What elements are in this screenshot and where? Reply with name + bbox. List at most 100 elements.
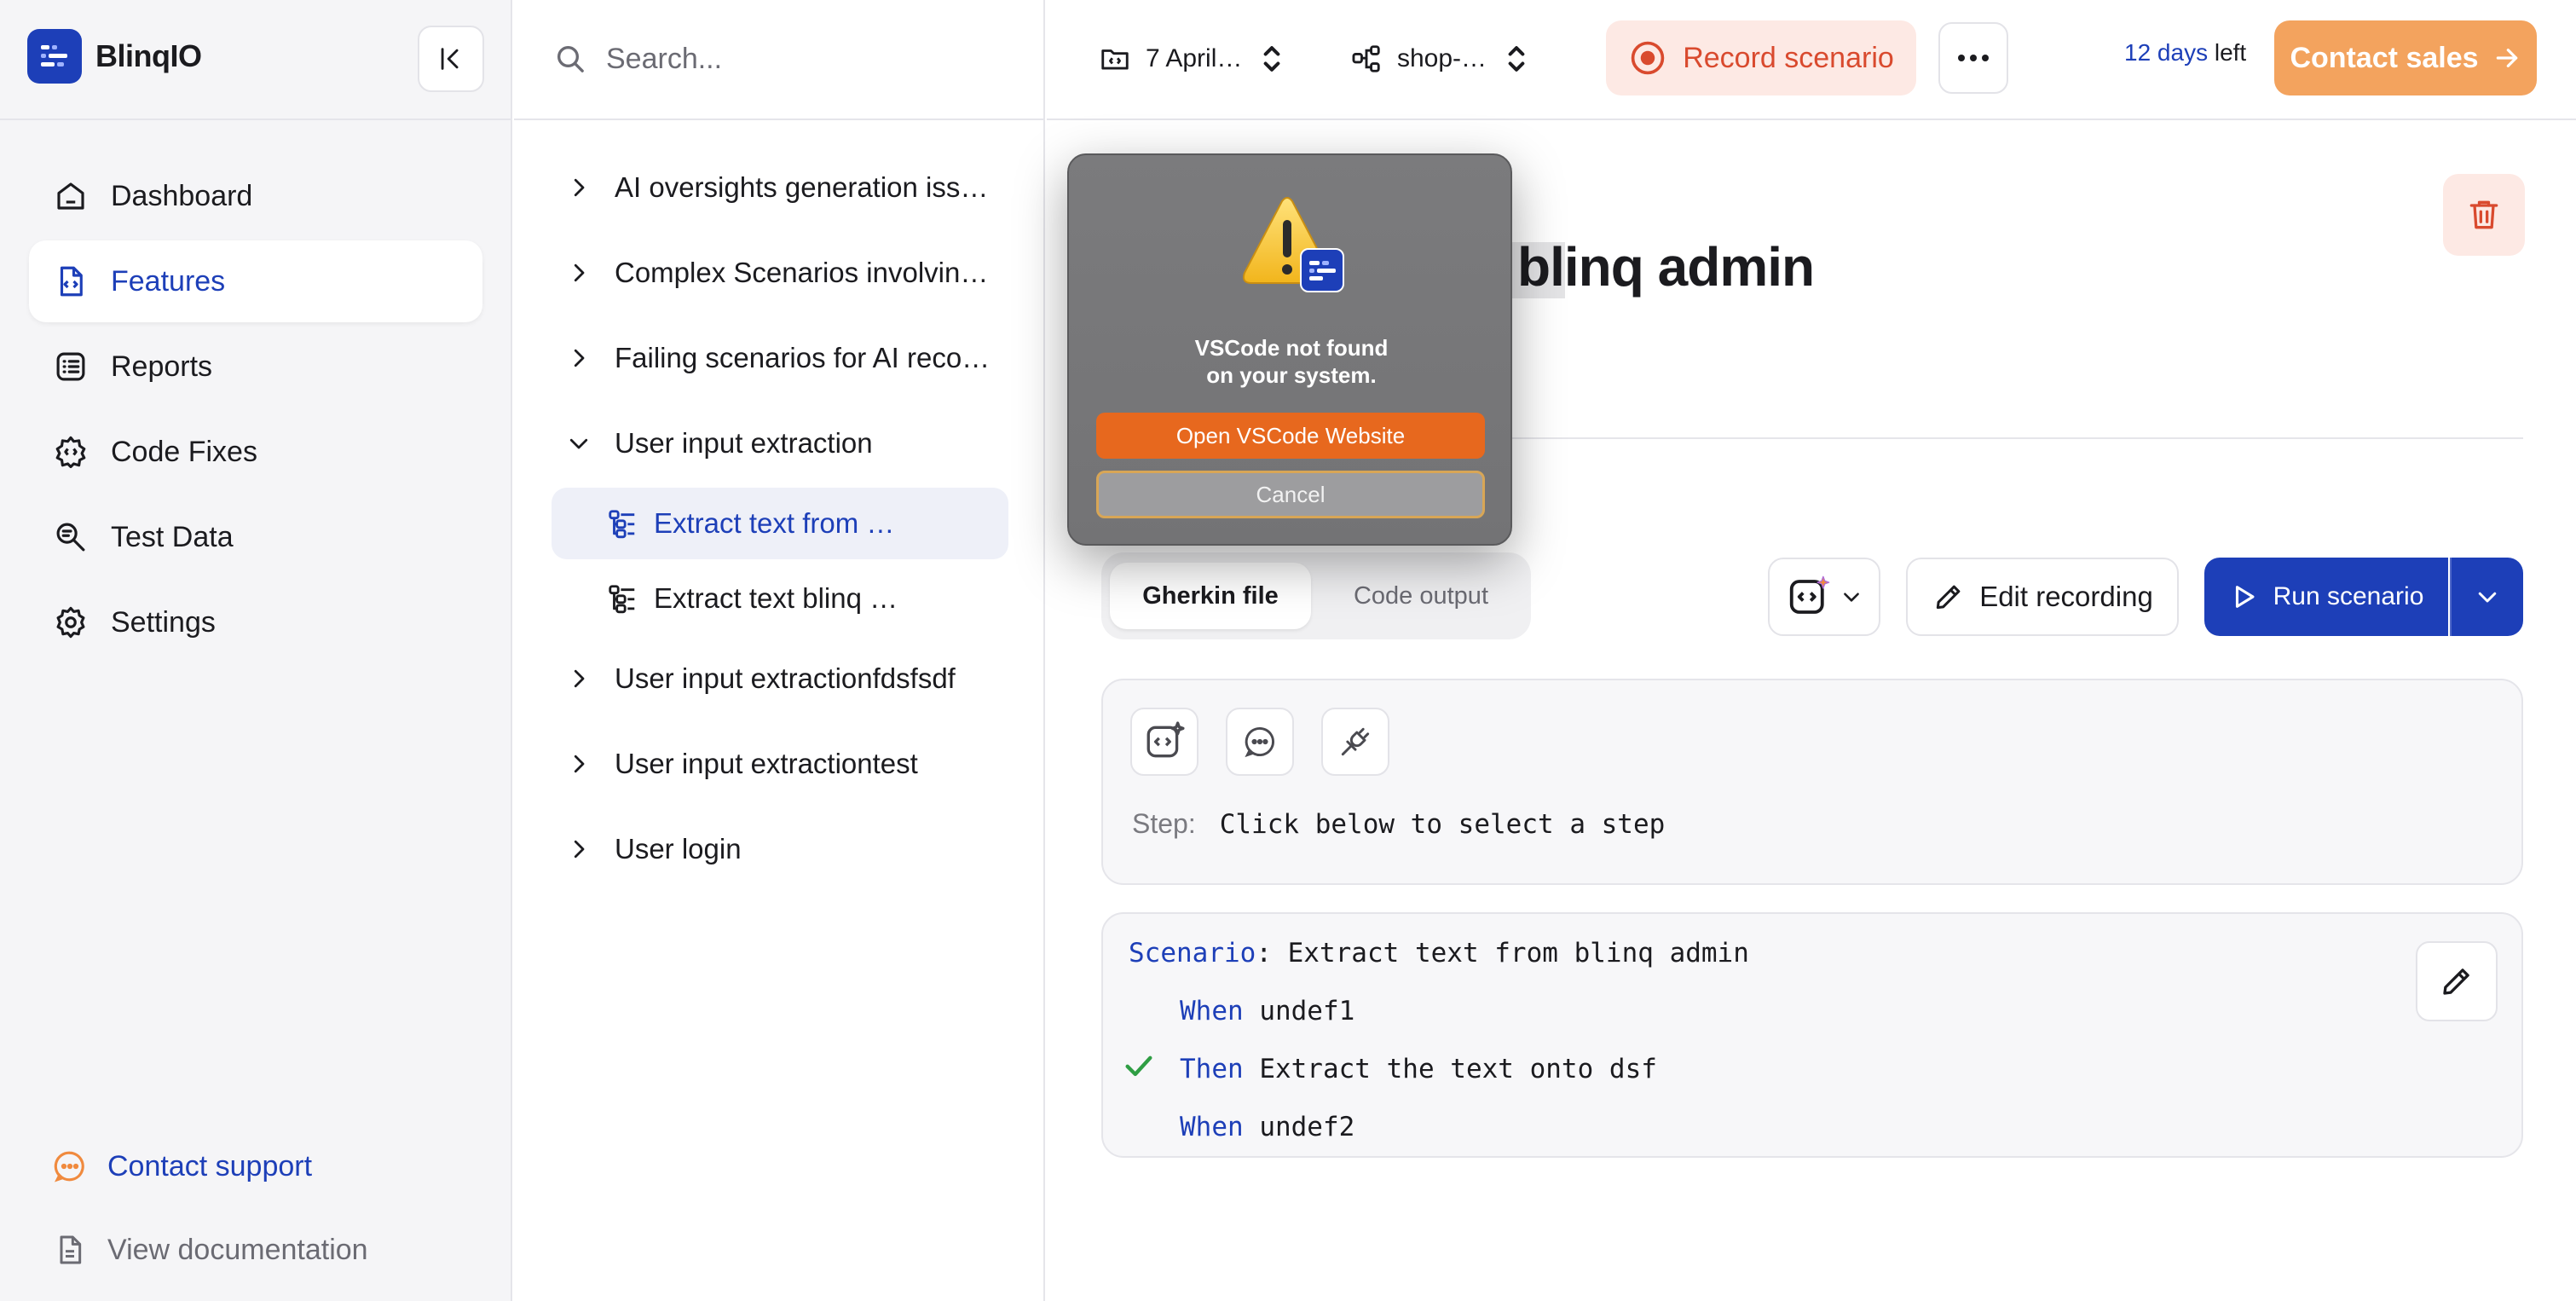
blinqio-logo-icon [27,29,82,84]
view-documentation-label: View documentation [107,1233,368,1266]
sidebar-item-dashboard[interactable]: Dashboard [29,155,482,237]
warning-icon [1243,197,1344,292]
tree-item[interactable]: User input extractionfdsfsdf [514,643,956,714]
cancel-button[interactable]: Cancel [1096,471,1485,518]
contact-sales-button[interactable]: Contact sales [2274,20,2537,95]
code-folder-icon [1098,42,1132,76]
contact-support-link[interactable]: Contact support [51,1148,494,1185]
gherkin-code-card: Scenario: Extract text from blinq admin … [1101,912,2523,1158]
step-label: Step: [1132,808,1196,839]
contact-support-label: Contact support [107,1149,313,1182]
more-options-button[interactable] [1938,22,2008,94]
record-scenario-label: Record scenario [1683,41,1894,74]
tree-item-label: User input extraction [615,427,873,459]
plug-icon [1341,727,1370,756]
top-bar: 7 April… shop-… Record scenario 12 days … [1047,0,2576,120]
chat-bubble-icon [51,1148,89,1185]
sidebar-item-label: Code Fixes [111,435,257,468]
collapse-sidebar-button[interactable] [418,26,484,92]
sidebar-item-label: Reports [111,350,213,383]
scenario-name: : Extract text from blinq admin [1256,938,1749,969]
branch-label: 7 April… [1146,44,1243,72]
edit-recording-label: Edit recording [1979,581,2153,612]
chevron-down-icon [562,426,596,460]
gherkin-step-line[interactable]: Then Extract the text onto dsf [1180,1054,1657,1084]
tree-child-label: Extract text from … [654,507,895,539]
tree-item-label: AI oversights generation iss… [615,171,989,203]
tree-item[interactable]: AI oversights generation iss… [514,152,988,223]
branch-selector[interactable]: 7 April… [1098,31,1285,87]
scenario-title[interactable]: blinq admin [1517,235,1815,298]
delete-scenario-button[interactable] [2443,174,2525,256]
gherkin-step-text: undef2 [1243,1112,1355,1142]
trial-days: 12 days [2124,39,2209,66]
gherkin-step-line[interactable]: When undef2 [1180,1112,1354,1142]
ai-code-icon [1146,721,1185,758]
sidebar-item-test-data[interactable]: Test Data [29,496,482,578]
scenario-steps-icon [604,506,640,541]
divider [0,119,512,120]
sidebar-item-reports[interactable]: Reports [29,326,482,408]
sidebar-item-label: Dashboard [111,179,253,212]
run-options-dropdown[interactable] [2450,558,2523,636]
tree-item[interactable]: User input extractiontest [514,728,918,800]
brand[interactable]: BlinqIO [27,27,202,85]
tree-item-expanded[interactable]: User input extraction [514,408,873,479]
chat-bubble-icon [1245,726,1274,758]
step-placeholder-text: Click below to select a step [1219,808,1666,840]
tree-item[interactable]: Failing scenarios for AI reco… [514,322,990,394]
run-scenario-label: Run scenario [2273,582,2424,610]
sidebar-item-features[interactable]: Features [29,240,482,322]
scenario-line[interactable]: Scenario: Extract text from blinq admin [1129,938,1749,969]
search-field[interactable]: Search... [553,27,722,90]
tree-item[interactable]: User login [514,813,742,885]
trash-icon [2469,200,2498,229]
gherkin-step-text: Extract the text onto dsf [1243,1054,1657,1084]
gherkin-keyword: Scenario [1129,938,1256,969]
open-vscode-website-button[interactable]: Open VSCode Website [1096,413,1485,459]
tree-item-label: Complex Scenarios involvin… [615,257,989,288]
chevron-up-down-icon [1504,38,1529,79]
run-scenario-button[interactable]: Run scenario [2204,558,2448,636]
ai-generate-button[interactable] [1130,708,1198,776]
gherkin-step-text: undef1 [1243,996,1355,1026]
view-documentation-link[interactable]: View documentation [51,1231,494,1269]
document-icon [51,1231,89,1269]
chevron-right-icon [562,171,596,205]
arrow-right-icon [2492,43,2521,72]
project-label: shop-… [1397,44,1487,72]
tree-child-scenario[interactable]: Extract text from … [552,488,1008,559]
tree-child-scenario[interactable]: Extract text blinq … [552,563,1008,634]
sidebar-item-settings[interactable]: Settings [29,581,482,663]
gherkin-keyword: When [1180,996,1244,1026]
feature-file-icon [51,262,90,301]
more-horizontal-icon [1958,55,1989,61]
tree-item[interactable]: Complex Scenarios involvin… [514,237,988,309]
chevron-right-icon [562,256,596,290]
gherkin-keyword: When [1180,1112,1244,1142]
project-selector[interactable]: shop-… [1349,31,1529,87]
sidebar: BlinqIO Dashboard Features Reports Code … [0,0,512,1301]
gear-icon [51,603,90,642]
sidebar-item-code-fixes[interactable]: Code Fixes [29,411,482,493]
sidebar-nav: Dashboard Features Reports Code Fixes Te… [29,155,482,667]
edit-recording-button[interactable]: Edit recording [1906,558,2179,636]
brand-name: BlinqIO [95,38,202,73]
tab-gherkin-file[interactable]: Gherkin file [1110,563,1311,629]
divider [514,119,1043,120]
sidebar-item-label: Settings [111,605,216,639]
comment-button[interactable] [1226,708,1294,776]
edit-gherkin-button[interactable] [2416,941,2498,1021]
tree-item-label: User input extractionfdsfsdf [615,662,956,694]
gherkin-step-line[interactable]: When undef1 [1180,996,1354,1026]
tab-code-output[interactable]: Code output [1320,563,1522,629]
ai-code-dropdown-button[interactable] [1768,558,1880,636]
step-editor-card: Step: Click below to select a step [1101,679,2523,885]
home-icon [51,176,90,216]
feature-tree-panel: Search... AI oversights generation iss… … [514,0,1045,1301]
selected-step-line: Step: Click below to select a step [1132,808,1665,840]
sidebar-item-label: Features [111,264,226,298]
chevron-down-icon [2478,592,2497,603]
record-scenario-button[interactable]: Record scenario [1606,20,1916,95]
link-step-button[interactable] [1321,708,1389,776]
